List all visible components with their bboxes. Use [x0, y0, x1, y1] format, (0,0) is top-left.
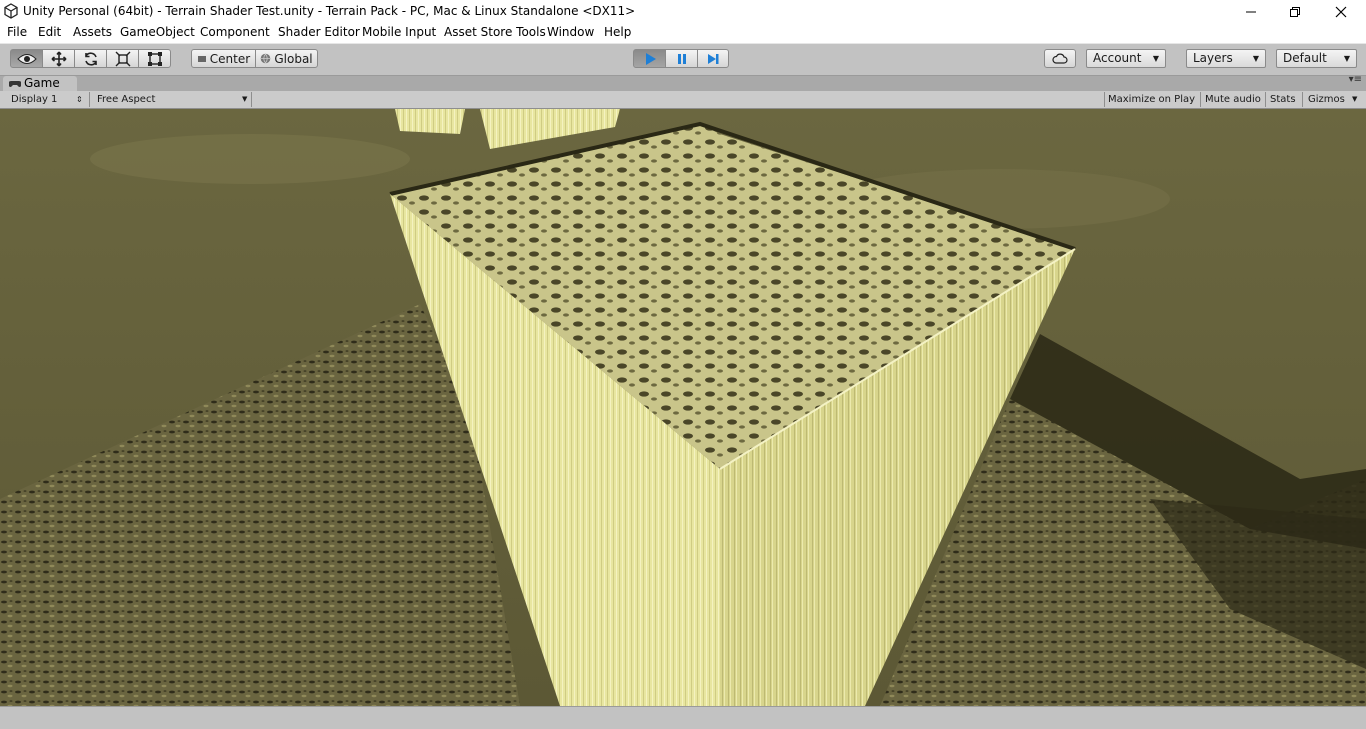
- cloud-icon: [1052, 53, 1068, 64]
- unity-logo-icon: [4, 3, 18, 19]
- rotate-tool-button[interactable]: [74, 49, 107, 68]
- minimize-icon[interactable]: [1228, 0, 1274, 23]
- rect-tool-icon: [147, 51, 162, 66]
- menu-edit[interactable]: Edit: [38, 25, 61, 39]
- restore-icon[interactable]: [1272, 0, 1318, 23]
- display-selector[interactable]: Display 1: [11, 92, 57, 107]
- menu-bar: File Edit Assets GameObject Component Sh…: [0, 23, 1366, 44]
- play-button[interactable]: [633, 49, 666, 68]
- menu-window[interactable]: Window: [547, 25, 594, 39]
- move-tool-button[interactable]: [42, 49, 75, 68]
- pause-button[interactable]: [665, 49, 698, 68]
- cloud-button[interactable]: [1044, 49, 1076, 68]
- step-button[interactable]: [697, 49, 729, 68]
- gizmos-button[interactable]: Gizmos: [1308, 92, 1345, 107]
- globe-icon: [261, 53, 271, 64]
- chevron-down-icon: ▼: [1252, 54, 1259, 63]
- pivot-icon: [197, 55, 206, 62]
- game-viewport[interactable]: [0, 109, 1366, 706]
- move-tool-icon: [51, 51, 66, 66]
- chevron-down-icon[interactable]: ▼: [1352, 92, 1357, 107]
- chevron-down-icon: ▼: [1152, 54, 1159, 63]
- rect-tool-button[interactable]: [138, 49, 171, 68]
- layers-dropdown[interactable]: Layers ▼: [1186, 49, 1266, 68]
- display-arrows-icon: ⇕: [76, 95, 83, 104]
- scale-tool-button[interactable]: [106, 49, 139, 68]
- divider: [1104, 92, 1105, 107]
- menu-assets[interactable]: Assets: [73, 25, 112, 39]
- pivot-center-button[interactable]: Center: [191, 49, 256, 68]
- game-controller-icon: [9, 81, 21, 87]
- divider: [251, 92, 252, 107]
- layers-label: Layers: [1193, 51, 1233, 65]
- game-tab-strip: Game ▾≡: [0, 74, 1366, 91]
- terrain-scene: [0, 109, 1366, 706]
- divider: [1265, 92, 1266, 107]
- status-bar: [0, 706, 1366, 729]
- space-label: Global: [274, 51, 313, 66]
- game-view-toolbar: Display 1 ⇕ Free Aspect ▼ Maximize on Pl…: [0, 91, 1366, 109]
- menu-asset-store-tools[interactable]: Asset Store Tools: [444, 25, 546, 39]
- space-global-button[interactable]: Global: [255, 49, 318, 68]
- account-label: Account: [1093, 51, 1142, 65]
- divider: [1302, 92, 1303, 107]
- scale-tool-icon: [115, 51, 130, 66]
- menu-file[interactable]: File: [7, 25, 27, 39]
- stats-toggle[interactable]: Stats: [1270, 92, 1296, 107]
- menu-gameobject[interactable]: GameObject: [120, 25, 195, 39]
- title-bar: Unity Personal (64bit) - Terrain Shader …: [0, 0, 1366, 23]
- close-icon[interactable]: [1318, 0, 1364, 23]
- chevron-down-icon: ▼: [242, 95, 248, 103]
- play-icon: [645, 52, 656, 65]
- tab-game[interactable]: Game: [3, 76, 77, 91]
- window-title: Unity Personal (64bit) - Terrain Shader …: [23, 4, 636, 18]
- toolbar: Center Global Account ▼ Layers ▼ Default…: [0, 44, 1366, 76]
- aspect-selector[interactable]: Free Aspect: [97, 92, 155, 107]
- pivot-label: Center: [209, 51, 251, 66]
- mute-audio-toggle[interactable]: Mute audio: [1205, 92, 1261, 107]
- account-dropdown[interactable]: Account ▼: [1086, 49, 1166, 68]
- divider: [1200, 92, 1201, 107]
- layout-label: Default: [1283, 51, 1327, 65]
- menu-shader-editor[interactable]: Shader Editor: [278, 25, 360, 39]
- divider: [89, 92, 90, 107]
- chevron-down-icon: ▼: [1343, 54, 1350, 63]
- menu-help[interactable]: Help: [604, 25, 631, 39]
- layout-dropdown[interactable]: Default ▼: [1276, 49, 1357, 68]
- menu-component[interactable]: Component: [200, 25, 270, 39]
- tab-menu-icon[interactable]: ▾≡: [1349, 74, 1362, 85]
- rotate-tool-icon: [84, 51, 97, 66]
- tab-game-label: Game: [24, 76, 60, 90]
- step-icon: [708, 53, 719, 64]
- menu-mobile-input[interactable]: Mobile Input: [362, 25, 436, 39]
- pause-icon: [677, 53, 686, 64]
- maximize-on-play-toggle[interactable]: Maximize on Play: [1108, 92, 1195, 107]
- view-tool-icon: [16, 53, 37, 64]
- view-tool-button[interactable]: [10, 49, 43, 68]
